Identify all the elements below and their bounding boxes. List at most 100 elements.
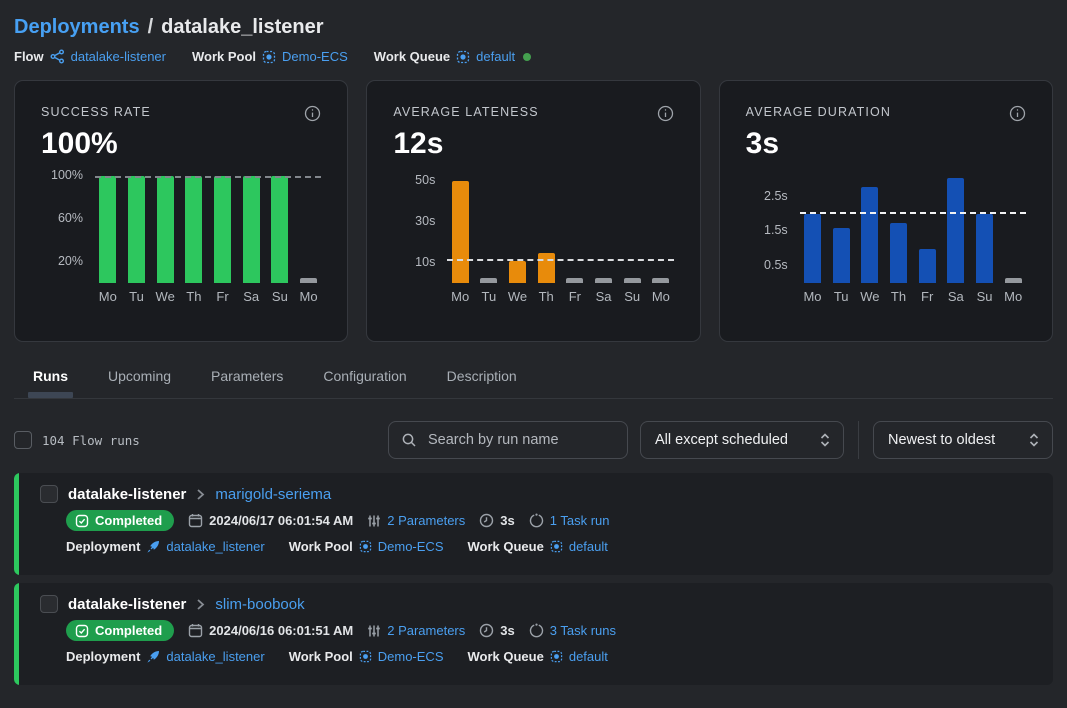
x-label: Fr (916, 289, 938, 307)
tab-configuration[interactable]: Configuration (323, 368, 406, 398)
x-label: Th (888, 289, 910, 307)
work-queue-meta: Work Queue default (374, 49, 531, 64)
average-lateness-label: AVERAGE LATENESS (393, 105, 538, 119)
plot-area (800, 171, 1026, 283)
x-label: Fr (212, 289, 234, 307)
x-label: Mo (650, 289, 672, 307)
work-pool-label: Work Pool (289, 649, 353, 664)
run-work-pool: Work Pool Demo-ECS (289, 649, 444, 664)
deployment-label: Deployment (66, 649, 140, 664)
bar (300, 278, 317, 283)
work-queue-icon (550, 540, 563, 553)
y-tick: 20% (58, 254, 83, 268)
tab-parameters[interactable]: Parameters (211, 368, 283, 398)
tab-runs[interactable]: Runs (33, 368, 68, 398)
run-start-time-value: 2024/06/16 06:01:51 AM (209, 623, 353, 638)
flow-runs-count: 104 Flow runs (42, 433, 140, 448)
work-queue-link[interactable]: default (569, 539, 608, 554)
deployment-link[interactable]: datalake_listener (166, 539, 264, 554)
x-label: Tu (126, 289, 148, 307)
x-label: Mo (1002, 289, 1024, 307)
run-task-runs-link[interactable]: 1 Task run (550, 513, 610, 528)
average-duration-card: AVERAGE DURATION 3s 2.5s1.5s0.5sMoTuWeTh… (719, 80, 1053, 342)
run-parameters-link[interactable]: 2 Parameters (387, 623, 465, 638)
work-queue-link[interactable]: default (569, 649, 608, 664)
run-checkbox[interactable] (40, 485, 58, 503)
tab-upcoming[interactable]: Upcoming (108, 368, 171, 398)
run-search[interactable] (388, 421, 628, 459)
run-checkbox[interactable] (40, 595, 58, 613)
deployment-link[interactable]: datalake_listener (166, 649, 264, 664)
bar-slot (564, 171, 586, 283)
search-icon (401, 432, 417, 448)
sort-order-select[interactable]: Newest to oldest (873, 421, 1053, 459)
parameters-icon (367, 514, 381, 528)
x-axis-labels: MoTuWeThFrSaSuMo (95, 283, 321, 307)
run-parameters-link[interactable]: 2 Parameters (387, 513, 465, 528)
bar (976, 214, 993, 283)
x-label: Su (974, 289, 996, 307)
run-name-link[interactable]: slim-boobook (215, 596, 304, 613)
bar (947, 178, 964, 283)
y-tick: 10s (415, 255, 435, 269)
bar (452, 181, 469, 283)
y-tick: 0.5s (764, 258, 788, 272)
search-input[interactable] (426, 431, 617, 449)
run-duration: 3s (479, 513, 514, 528)
run-flow-name[interactable]: datalake-listener (68, 486, 186, 503)
state-filter-select[interactable]: All except scheduled (640, 421, 844, 459)
x-label: Fr (564, 289, 586, 307)
work-pool-label: Work Pool (192, 49, 256, 64)
flow-link[interactable]: datalake-listener (71, 49, 166, 64)
average-lateness-chart: 50s30s10sMoTuWeThFrSaSuMo (393, 171, 673, 307)
breadcrumb-deployments-link[interactable]: Deployments (14, 16, 140, 39)
x-label: Mo (298, 289, 320, 307)
info-icon[interactable] (1009, 105, 1026, 122)
info-icon[interactable] (304, 105, 321, 122)
run-duration-value: 3s (500, 623, 514, 638)
run-name-link[interactable]: marigold-seriema (215, 486, 331, 503)
bar-slot (478, 171, 500, 283)
work-queue-label: Work Queue (374, 49, 450, 64)
plot-area (95, 171, 321, 283)
x-label: Su (269, 289, 291, 307)
x-label: Th (535, 289, 557, 307)
work-queue-link[interactable]: default (476, 49, 515, 64)
tab-description[interactable]: Description (447, 368, 517, 398)
state-stripe (14, 583, 19, 685)
calendar-icon (188, 513, 203, 528)
bar-slot (449, 171, 471, 283)
x-label: Tu (478, 289, 500, 307)
x-axis-labels: MoTuWeThFrSaSuMo (447, 283, 673, 307)
bar-slot (593, 171, 615, 283)
run-flow-name[interactable]: datalake-listener (68, 596, 186, 613)
calendar-icon (188, 623, 203, 638)
x-label: Th (183, 289, 205, 307)
run-task-runs: 3 Task runs (529, 623, 616, 638)
select-all-checkbox[interactable] (14, 431, 32, 449)
bar-slot (97, 171, 119, 283)
bar-slot (535, 171, 557, 283)
bar-slot (945, 171, 967, 283)
work-queue-label: Work Queue (468, 539, 544, 554)
bar-slot (298, 171, 320, 283)
work-pool-link[interactable]: Demo-ECS (378, 649, 444, 664)
state-badge[interactable]: Completed (66, 620, 174, 641)
x-label: Su (621, 289, 643, 307)
work-pool-link[interactable]: Demo-ECS (282, 49, 348, 64)
run-task-runs-link[interactable]: 3 Task runs (550, 623, 616, 638)
state-badge[interactable]: Completed (66, 510, 174, 531)
task-run-icon (529, 623, 544, 638)
flow-meta: Flow datalake-listener (14, 49, 166, 64)
deployment-label: Deployment (66, 539, 140, 554)
run-duration-value: 3s (500, 513, 514, 528)
info-icon[interactable] (657, 105, 674, 122)
bar (185, 176, 202, 283)
bar-slot (916, 171, 938, 283)
work-pool-link[interactable]: Demo-ECS (378, 539, 444, 554)
bar (624, 278, 641, 283)
chevron-right-icon (196, 598, 205, 611)
deployment-meta-row: Flow datalake-listener Work Pool Demo-EC… (14, 49, 1053, 64)
bar-slot (830, 171, 852, 283)
bar (538, 253, 555, 284)
